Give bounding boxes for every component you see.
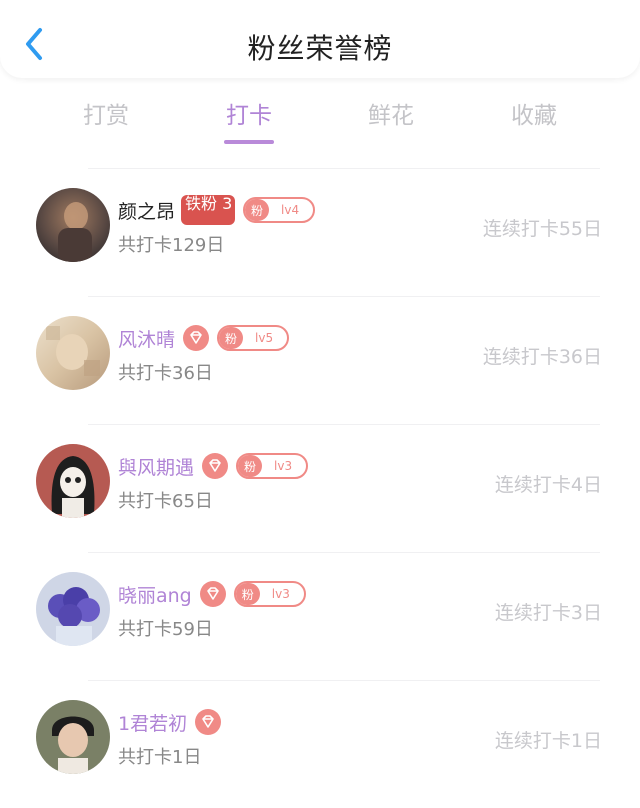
total-checkins: 共打卡1日: [118, 747, 202, 768]
fan-badge-label: 粉: [245, 199, 270, 221]
divider: [88, 680, 600, 681]
total-checkins: 共打卡36日: [118, 363, 213, 384]
nickname[interactable]: 與风期遇: [118, 453, 194, 480]
fan-level-badge: 粉 lv3: [236, 453, 309, 479]
tab-favorites[interactable]: 收藏: [474, 96, 594, 130]
avatar[interactable]: [36, 444, 110, 518]
page-title: 粉丝荣誉榜: [247, 32, 393, 65]
tab-reward[interactable]: 打赏: [46, 96, 166, 130]
app-header: 粉丝荣誉榜: [0, 0, 640, 78]
avatar-image: [36, 316, 110, 390]
list-item[interactable]: 晓丽ang 粉 lv3 共打卡59日 连续打卡3日: [0, 552, 640, 680]
tab-bar: 打赏 打卡 鲜花 收藏: [0, 96, 640, 152]
diamond-icon: [202, 453, 229, 479]
tab-checkin[interactable]: 打卡: [189, 96, 309, 130]
avatar[interactable]: [36, 700, 110, 774]
name-line: 风沐晴 粉 lv5: [118, 322, 290, 354]
avatar[interactable]: [36, 316, 110, 390]
streak-checkins: 连续打卡36日: [482, 346, 602, 368]
list-item[interactable]: 與风期遇 粉 lv3 共打卡65日 连续打卡4日: [0, 424, 640, 552]
total-checkins: 共打卡59日: [118, 619, 213, 640]
avatar-image: [36, 444, 110, 518]
name-line: 晓丽ang 粉 lv3: [118, 578, 306, 610]
streak-checkins: 连续打卡1日: [494, 730, 602, 752]
divider: [88, 168, 600, 169]
list-item[interactable]: 风沐晴 粉 lv5 共打卡36日 连续打卡36日: [0, 296, 640, 424]
name-line: 1君若初: [118, 706, 222, 738]
nickname[interactable]: 1君若初: [118, 709, 187, 736]
avatar-image: [36, 572, 110, 646]
avatar-image: [36, 700, 110, 774]
fan-level-badge: 粉 lv4: [243, 197, 316, 223]
list-item[interactable]: 1君若初 共打卡1日 连续打卡1日: [0, 680, 640, 808]
fan-badge-label: 粉: [219, 327, 244, 349]
divider: [88, 296, 600, 297]
fan-level-badge: 粉 lv3: [233, 581, 306, 607]
fan-badge-label: 粉: [238, 455, 263, 477]
divider: [88, 552, 600, 553]
nickname[interactable]: 颜之昂: [118, 197, 175, 224]
nickname[interactable]: 晓丽ang: [118, 581, 192, 608]
active-tab-indicator: [224, 140, 274, 144]
streak-checkins: 连续打卡4日: [494, 474, 602, 496]
list-item[interactable]: 颜之昂 铁粉 3 粉 lv4 共打卡129日 连续打卡55日: [0, 168, 640, 296]
tab-flowers[interactable]: 鲜花: [331, 96, 451, 130]
fan-badge-level: lv4: [281, 203, 300, 217]
name-line: 與风期遇 粉 lv3: [118, 450, 309, 482]
avatar[interactable]: [36, 572, 110, 646]
divider: [88, 424, 600, 425]
diamond-icon: [199, 581, 226, 607]
avatar-image: [36, 188, 110, 262]
total-checkins: 共打卡65日: [118, 491, 213, 512]
streak-checkins: 连续打卡55日: [482, 218, 602, 240]
diamond-icon: [195, 709, 222, 735]
nickname[interactable]: 风沐晴: [118, 325, 175, 352]
total-checkins: 共打卡129日: [118, 235, 225, 256]
fan-badge-label: 粉: [235, 583, 260, 605]
name-line: 颜之昂 铁粉 3 粉 lv4: [118, 194, 316, 226]
fan-badge-level: lv5: [255, 331, 274, 345]
streak-checkins: 连续打卡3日: [494, 602, 602, 624]
fan-badge-level: lv3: [274, 459, 293, 473]
diamond-icon: [183, 325, 210, 351]
iron-fan-badge: 铁粉 3: [181, 195, 236, 225]
fan-level-badge: 粉 lv5: [217, 325, 290, 351]
fan-badge-level: lv3: [271, 587, 290, 601]
avatar[interactable]: [36, 188, 110, 262]
